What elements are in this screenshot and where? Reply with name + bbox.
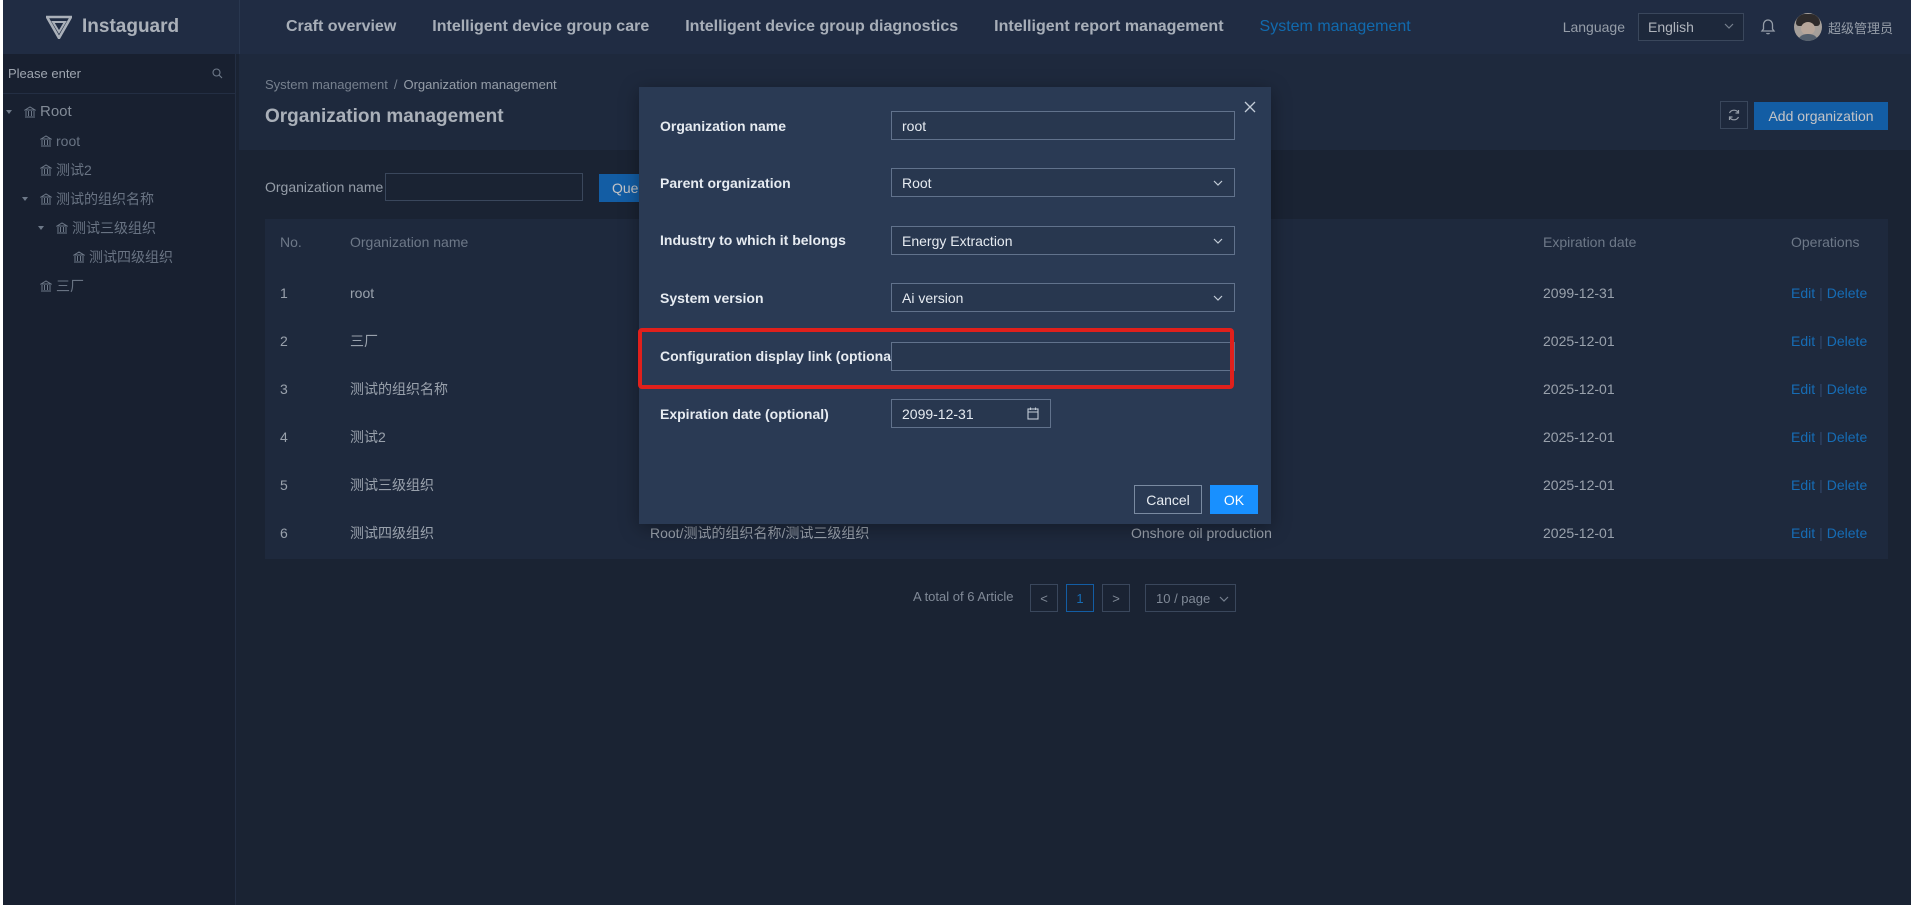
system-version-value: Ai version xyxy=(902,289,964,306)
org-name-input[interactable]: root xyxy=(891,111,1235,140)
industry-value: Energy Extraction xyxy=(902,232,1013,249)
system-version-select[interactable]: Ai version xyxy=(891,283,1235,312)
chevron-down-icon xyxy=(1213,295,1223,301)
parent-org-label: Parent organization xyxy=(660,175,791,191)
cancel-button[interactable]: Cancel xyxy=(1134,485,1202,514)
chevron-down-icon xyxy=(1213,238,1223,244)
app-root: Instaguard Craft overview Intelligent de… xyxy=(3,0,1911,905)
system-version-label: System version xyxy=(660,290,764,306)
parent-org-value: Root xyxy=(902,174,932,191)
org-name-label: Organization name xyxy=(660,118,787,134)
chevron-down-icon xyxy=(1213,180,1223,186)
expiration-date-picker[interactable]: 2099-12-31 xyxy=(891,399,1051,428)
close-icon[interactable] xyxy=(1244,101,1256,113)
expiration-date-label: Expiration date (optional) xyxy=(660,406,829,422)
parent-org-select[interactable]: Root xyxy=(891,168,1235,197)
calendar-icon xyxy=(1027,407,1039,420)
industry-select[interactable]: Energy Extraction xyxy=(891,226,1235,255)
expiration-date-value: 2099-12-31 xyxy=(902,405,974,422)
industry-label: Industry to which it belongs xyxy=(660,232,846,248)
org-name-value: root xyxy=(902,117,927,134)
ok-button[interactable]: OK xyxy=(1210,485,1258,514)
highlight-box xyxy=(638,328,1234,389)
edit-organization-dialog: Organization name root Parent organizati… xyxy=(638,87,1271,524)
